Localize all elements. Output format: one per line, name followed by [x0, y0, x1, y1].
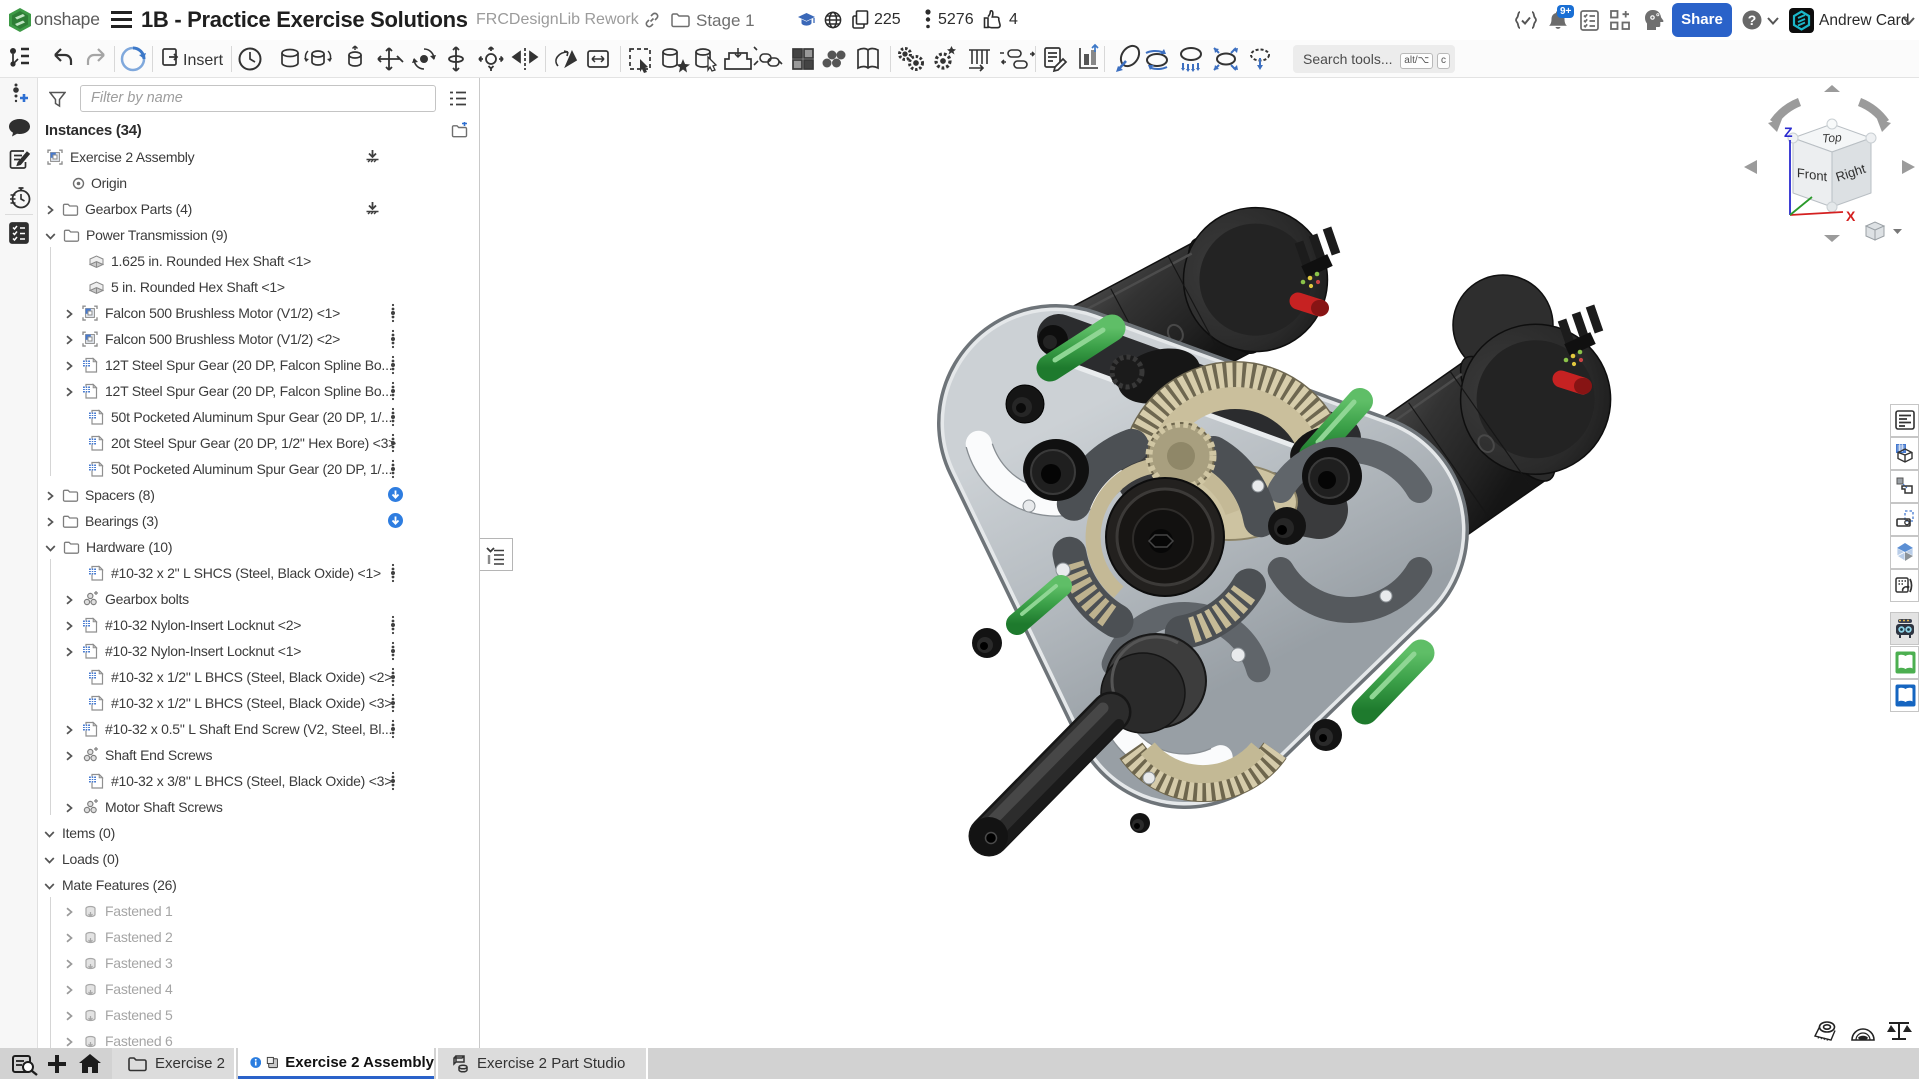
svg-text:?: ?	[1748, 12, 1757, 28]
svg-text:Z: Z	[1784, 124, 1793, 140]
svg-text:X: X	[1846, 208, 1856, 224]
svg-text:Top: Top	[1822, 130, 1843, 145]
svg-text:Insert: Insert	[183, 52, 224, 69]
